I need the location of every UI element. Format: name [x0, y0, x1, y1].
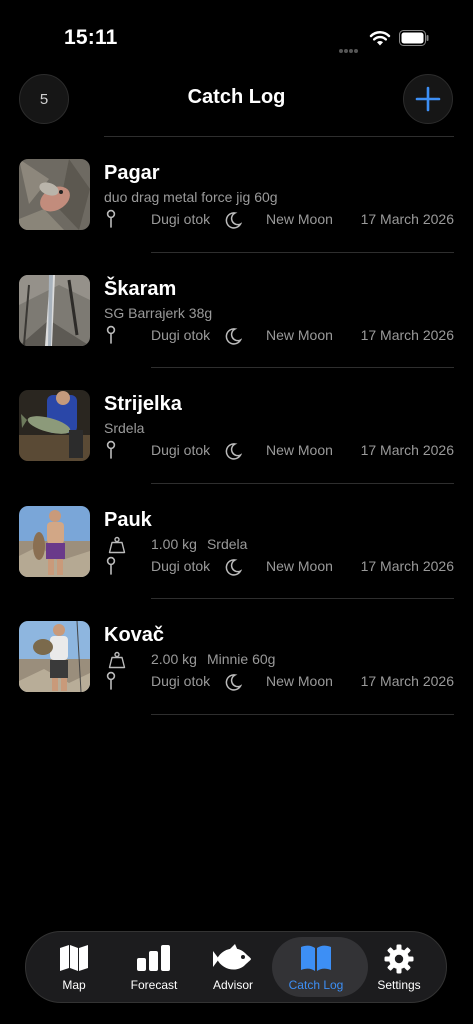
moon-icon: [225, 558, 242, 576]
tab-forecast[interactable]: Forecast: [112, 932, 196, 1002]
tab-label: Settings: [377, 978, 421, 992]
catch-photo: [19, 159, 90, 230]
catch-row[interactable]: Pauk 1.00 kg Srdela Dugi otok New Moon 17…: [0, 484, 473, 599]
catch-location: Dugi otok: [151, 326, 211, 343]
catch-date: 17 March 2026: [360, 442, 454, 458]
moon-icon: [225, 327, 242, 345]
catch-photo: [19, 505, 90, 577]
catch-row[interactable]: Kovač 2.00 kg Minnie 60g Dugi otok New Mo…: [0, 599, 473, 715]
catch-date: 17 March 2026: [360, 326, 454, 343]
catch-weight-line: 1.00 kg Srdela: [151, 536, 247, 552]
bar-chart-icon: [137, 945, 170, 971]
catch-meta: Dugi otok New Moon 17 March 2026: [104, 673, 454, 691]
tab-label: Catch Log: [288, 978, 344, 992]
add-catch-button[interactable]: [403, 74, 453, 124]
plus-icon: [415, 86, 441, 112]
header: 5 Catch Log: [0, 70, 473, 136]
catch-location: Dugi otok: [151, 673, 211, 689]
catch-row[interactable]: Škaram SG Barrajerk 38g Dugi otok New Mo…: [0, 253, 473, 368]
catch-meta: Dugi otok New Moon 17 March 2026: [104, 442, 454, 460]
tab-label: Forecast: [130, 978, 178, 992]
catch-meta: Dugi otok New Moon 17 March 2026: [104, 558, 454, 576]
moon-icon: [225, 674, 242, 691]
fish-icon: [213, 944, 251, 970]
catch-meta: Dugi otok New Moon 17 March 2026: [104, 211, 454, 229]
catch-name: Kovač: [104, 624, 165, 646]
moon-icon: [225, 443, 242, 460]
catch-row[interactable]: Pagar duo drag metal force jig 60g Dugi …: [0, 137, 473, 253]
status-time: 15:11: [64, 26, 118, 49]
moon-phase: New Moon: [266, 673, 333, 689]
catch-photo: [19, 274, 90, 346]
catch-weight-line: 2.00 kg Minnie 60g: [151, 651, 275, 667]
catch-name: Pagar: [104, 162, 160, 184]
tab-bar: Map Forecast Advisor Catch Log Settings: [25, 931, 447, 1003]
catch-lure: duo drag metal force jig 60g: [104, 189, 278, 205]
catch-lure: Srdela: [104, 420, 145, 436]
moon-icon: [225, 212, 242, 229]
catch-meta: Dugi otok New Moon 17 March 2026: [104, 327, 454, 345]
tab-settings[interactable]: Settings: [357, 932, 441, 1002]
catch-lure: Srdela: [206, 535, 248, 552]
weight-icon: [108, 536, 126, 553]
catch-name: Škaram: [104, 277, 177, 300]
battery-icon: [399, 30, 429, 46]
catch-lure: SG Barrajerk 38g: [104, 304, 213, 321]
catch-location: Dugi otok: [151, 442, 211, 458]
moon-phase: New Moon: [266, 326, 333, 343]
catch-name: Pauk: [104, 508, 152, 531]
wifi-icon: [369, 31, 391, 46]
catch-list: Pagar duo drag metal force jig 60g Dugi …: [0, 137, 473, 715]
catch-location: Dugi otok: [151, 557, 211, 574]
catch-date: 17 March 2026: [360, 673, 454, 689]
signal-icon: [339, 40, 363, 53]
row-divider: [151, 713, 454, 715]
tab-map[interactable]: Map: [32, 932, 116, 1002]
catch-photo: [19, 621, 90, 692]
gear-icon: [384, 944, 414, 974]
map-icon: [60, 945, 88, 971]
catch-weight: 1.00 kg: [151, 535, 197, 552]
moon-phase: New Moon: [266, 211, 333, 227]
tab-label: Map: [62, 978, 86, 992]
catch-date: 17 March 2026: [360, 211, 454, 227]
catch-row[interactable]: Strijelka Srdela Dugi otok New Moon 17 M…: [0, 368, 473, 484]
catch-log-screen: 15:11 5 Catch Log Pagar duo drag metal f…: [0, 0, 473, 1024]
moon-phase: New Moon: [266, 557, 333, 574]
weight-icon: [108, 651, 126, 669]
catch-photo: [19, 390, 90, 461]
moon-phase: New Moon: [266, 442, 333, 458]
catch-location: Dugi otok: [151, 211, 211, 227]
catch-date: 17 March 2026: [360, 557, 454, 574]
status-bar: 15:11: [0, 0, 473, 70]
catch-weight: 2.00 kg: [151, 651, 197, 667]
tab-label: Advisor: [212, 978, 253, 992]
tab-advisor[interactable]: Advisor: [191, 932, 275, 1002]
tab-catch-log[interactable]: Catch Log: [272, 932, 368, 1002]
catch-name: Strijelka: [104, 393, 182, 415]
book-icon: [301, 945, 331, 971]
catch-lure: Minnie 60g: [206, 651, 276, 667]
